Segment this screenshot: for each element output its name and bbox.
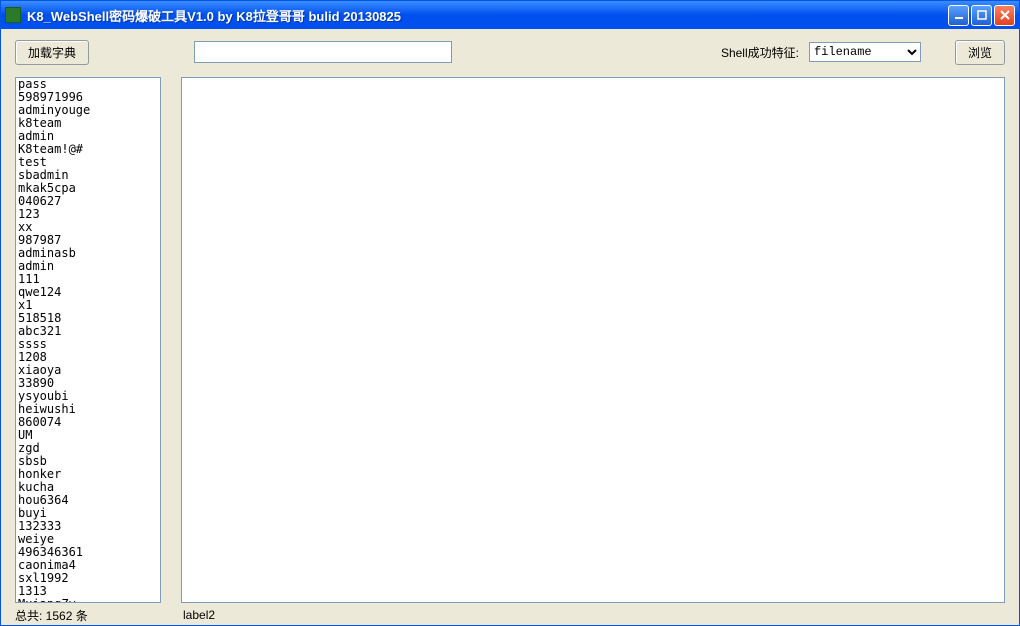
- close-button[interactable]: [994, 5, 1015, 26]
- window-title: K8_WebShell密码爆破工具V1.0 by K8拉登哥哥 bulid 20…: [27, 6, 948, 25]
- status-total: 总共: 1562 条: [15, 607, 163, 624]
- list-item[interactable]: 123: [16, 208, 160, 221]
- minimize-button[interactable]: [948, 5, 969, 26]
- app-icon: [5, 7, 21, 23]
- titlebar[interactable]: K8_WebShell密码爆破工具V1.0 by K8拉登哥哥 bulid 20…: [1, 1, 1019, 29]
- status-label2: label2: [183, 608, 215, 622]
- maximize-button[interactable]: [971, 5, 992, 26]
- load-dictionary-button[interactable]: 加载字典: [15, 40, 89, 65]
- toolbar: 加载字典 Shell成功特征: filename 浏览: [1, 29, 1019, 73]
- list-item[interactable]: 860074: [16, 416, 160, 429]
- statusbar: 总共: 1562 条 label2: [1, 605, 1019, 625]
- list-item[interactable]: qwe124: [16, 286, 160, 299]
- feature-select[interactable]: filename: [809, 42, 921, 62]
- url-input[interactable]: [194, 41, 452, 63]
- feature-label: Shell成功特征:: [721, 44, 799, 61]
- content-area: pass598971996adminyougek8teamadminK8team…: [1, 73, 1019, 605]
- dictionary-listbox[interactable]: pass598971996adminyougek8teamadminK8team…: [15, 77, 161, 603]
- app-window: K8_WebShell密码爆破工具V1.0 by K8拉登哥哥 bulid 20…: [0, 0, 1020, 626]
- list-item[interactable]: MxiangZy: [16, 598, 160, 602]
- result-panel: [181, 77, 1005, 603]
- browse-button[interactable]: 浏览: [955, 40, 1005, 65]
